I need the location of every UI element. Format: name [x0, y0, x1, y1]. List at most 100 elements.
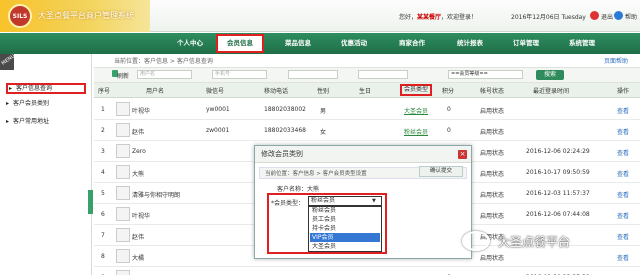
avatar — [116, 144, 130, 158]
help-link[interactable]: 帮助 — [625, 12, 637, 21]
nav-item-profile[interactable]: 个人中心 — [168, 33, 212, 54]
avatar — [116, 207, 130, 221]
menu-tab[interactable]: MENU — [0, 53, 16, 70]
cell-type[interactable]: 大圣会员 — [404, 106, 428, 115]
nav-item-member-info[interactable]: 会员信息 — [216, 34, 264, 53]
submit-button[interactable]: 确认提交 — [419, 166, 463, 177]
member-level-select[interactable]: ==会员等级== — [448, 70, 523, 79]
search-button[interactable]: 搜索 — [536, 70, 564, 80]
filter-input[interactable] — [288, 70, 338, 79]
avatar — [116, 102, 130, 116]
column-header: 用户名 — [146, 88, 165, 95]
exit-icon[interactable] — [590, 11, 599, 20]
column-header: 性别 — [317, 88, 330, 95]
cell-op[interactable]: 查看 — [617, 148, 629, 157]
cell-last-login: 2016-12-03 11:57:37 — [526, 190, 590, 197]
avatar — [116, 270, 130, 275]
cell-op[interactable]: 查看 — [617, 232, 629, 241]
cell-no: 6 — [101, 211, 105, 218]
avatar — [116, 123, 130, 137]
column-header: 帐号状态 — [480, 88, 505, 95]
help-icon[interactable] — [614, 11, 623, 20]
column-header: 序号 — [98, 88, 111, 95]
cell-no: 8 — [101, 253, 105, 260]
cell-name: Zero — [132, 148, 146, 155]
cell-name: 叶视华 — [132, 108, 151, 115]
arrow-right-icon: ▸ — [6, 100, 10, 107]
nav-item-reports[interactable]: 统计报表 — [448, 33, 492, 54]
avatar — [116, 249, 130, 263]
main-nav: 个人中心 会员信息 菜品信息 优惠活动 商家合作 统计报表 订单管理 系统管理 — [0, 33, 640, 54]
cell-name: 大熊 — [132, 171, 145, 178]
member-type-label: *会员类型： — [271, 200, 305, 207]
filter-input[interactable] — [358, 70, 408, 79]
cell-gender: 男 — [320, 108, 327, 115]
sidebar-item-member-types[interactable]: ▸ 客户会员类别 — [6, 98, 86, 109]
cell-status: 启用状态 — [480, 255, 505, 262]
cell-name: 叶视华 — [132, 213, 151, 220]
cell-type[interactable]: 粉丝会员 — [404, 127, 428, 136]
cell-op[interactable]: 查看 — [617, 169, 629, 178]
sidebar-item-customer-query[interactable]: ▸ 客户信息查询 — [6, 83, 86, 94]
cell-last-login: 2016-10-17 09:50:59 — [526, 169, 590, 176]
cell-no: 7 — [101, 232, 105, 239]
logo-text: SILS — [12, 13, 28, 20]
close-icon[interactable]: × — [458, 150, 467, 159]
table-row — [94, 120, 640, 141]
nav-item-orders[interactable]: 订单管理 — [504, 33, 548, 54]
sidebar-item-label: 客户信息查询 — [16, 85, 53, 92]
cell-phone: 18802038002 — [264, 106, 306, 113]
cell-last-login: 2016-12-06 07:44:08 — [526, 211, 590, 218]
cell-op[interactable]: 查看 — [617, 127, 629, 136]
page-help-link[interactable]: 页面帮助 — [604, 56, 628, 65]
sidebar-item-addresses[interactable]: ▸ 客户常用地址 — [6, 116, 86, 127]
cell-op[interactable]: 查看 — [617, 211, 629, 220]
phone-input[interactable]: 手机号 — [212, 70, 267, 79]
welcome-suffix: ，欢迎登录！ — [441, 14, 478, 21]
nav-item-promotions[interactable]: 优惠活动 — [332, 33, 376, 54]
wechat-icon — [462, 231, 490, 251]
refresh-button[interactable]: 刷新 — [117, 71, 129, 80]
sidebar-collapse-handle[interactable] — [88, 190, 93, 214]
exit-link[interactable]: 退出 — [601, 12, 613, 21]
dropdown-option-highlighted[interactable]: VIP会员 — [310, 233, 380, 242]
cell-last-login: 2016-12-06 02:24:29 — [526, 148, 590, 155]
dropdown-option[interactable]: 员工会员 — [310, 215, 380, 224]
cell-wechat: zw0001 — [206, 127, 230, 134]
nav-item-system[interactable]: 系统管理 — [560, 33, 604, 54]
column-header: 操作 — [617, 88, 630, 95]
column-header: 微信号 — [206, 88, 225, 95]
cell-op[interactable]: 查看 — [617, 190, 629, 199]
cell-name: 大橘 — [132, 255, 145, 262]
dropdown-option[interactable]: 持卡会员 — [310, 224, 380, 233]
current-date: 2016年12月06日 Tuesday — [511, 14, 586, 21]
cell-op[interactable]: 查看 — [617, 253, 629, 262]
avatar — [116, 165, 130, 179]
cell-name: 清雅与你相守明朗 — [132, 192, 181, 199]
table-row — [94, 99, 640, 120]
nav-item-dishes[interactable]: 菜品信息 — [276, 33, 320, 54]
nav-item-label: 会员信息 — [227, 39, 253, 47]
nav-item-partners[interactable]: 商家合作 — [390, 33, 434, 54]
dropdown-option[interactable]: 粉丝会员 — [310, 206, 380, 215]
cell-name: 赵伟 — [132, 129, 145, 136]
cell-points: 0 — [447, 106, 451, 113]
member-type-select[interactable]: 粉丝会员 — [308, 196, 382, 206]
cell-op[interactable]: 查看 — [617, 106, 629, 115]
cell-points: 0 — [447, 127, 451, 134]
sidebar-item-label: 客户常用地址 — [13, 118, 50, 125]
cell-status: 启用状态 — [480, 213, 505, 220]
cell-status: 启用状态 — [480, 150, 505, 157]
username-input[interactable]: 用户名 — [137, 70, 192, 79]
dropdown-option[interactable]: 大圣会员 — [310, 242, 380, 251]
arrow-right-icon: ▸ — [9, 85, 13, 92]
dialog-title: 修改会员类别 — [255, 146, 471, 163]
cell-name: 赵伟 — [132, 234, 145, 241]
logo: SILS — [8, 4, 32, 28]
app-title: 大圣点餐平台商户管理系统 — [38, 11, 134, 20]
column-header: 移动电话 — [264, 88, 289, 95]
chevron-down-icon[interactable]: ▼ — [372, 198, 376, 204]
arrow-right-icon: ▸ — [6, 118, 10, 125]
cell-status: 启用状态 — [480, 171, 505, 178]
watermark: 大圣点餐平台 — [498, 235, 571, 249]
